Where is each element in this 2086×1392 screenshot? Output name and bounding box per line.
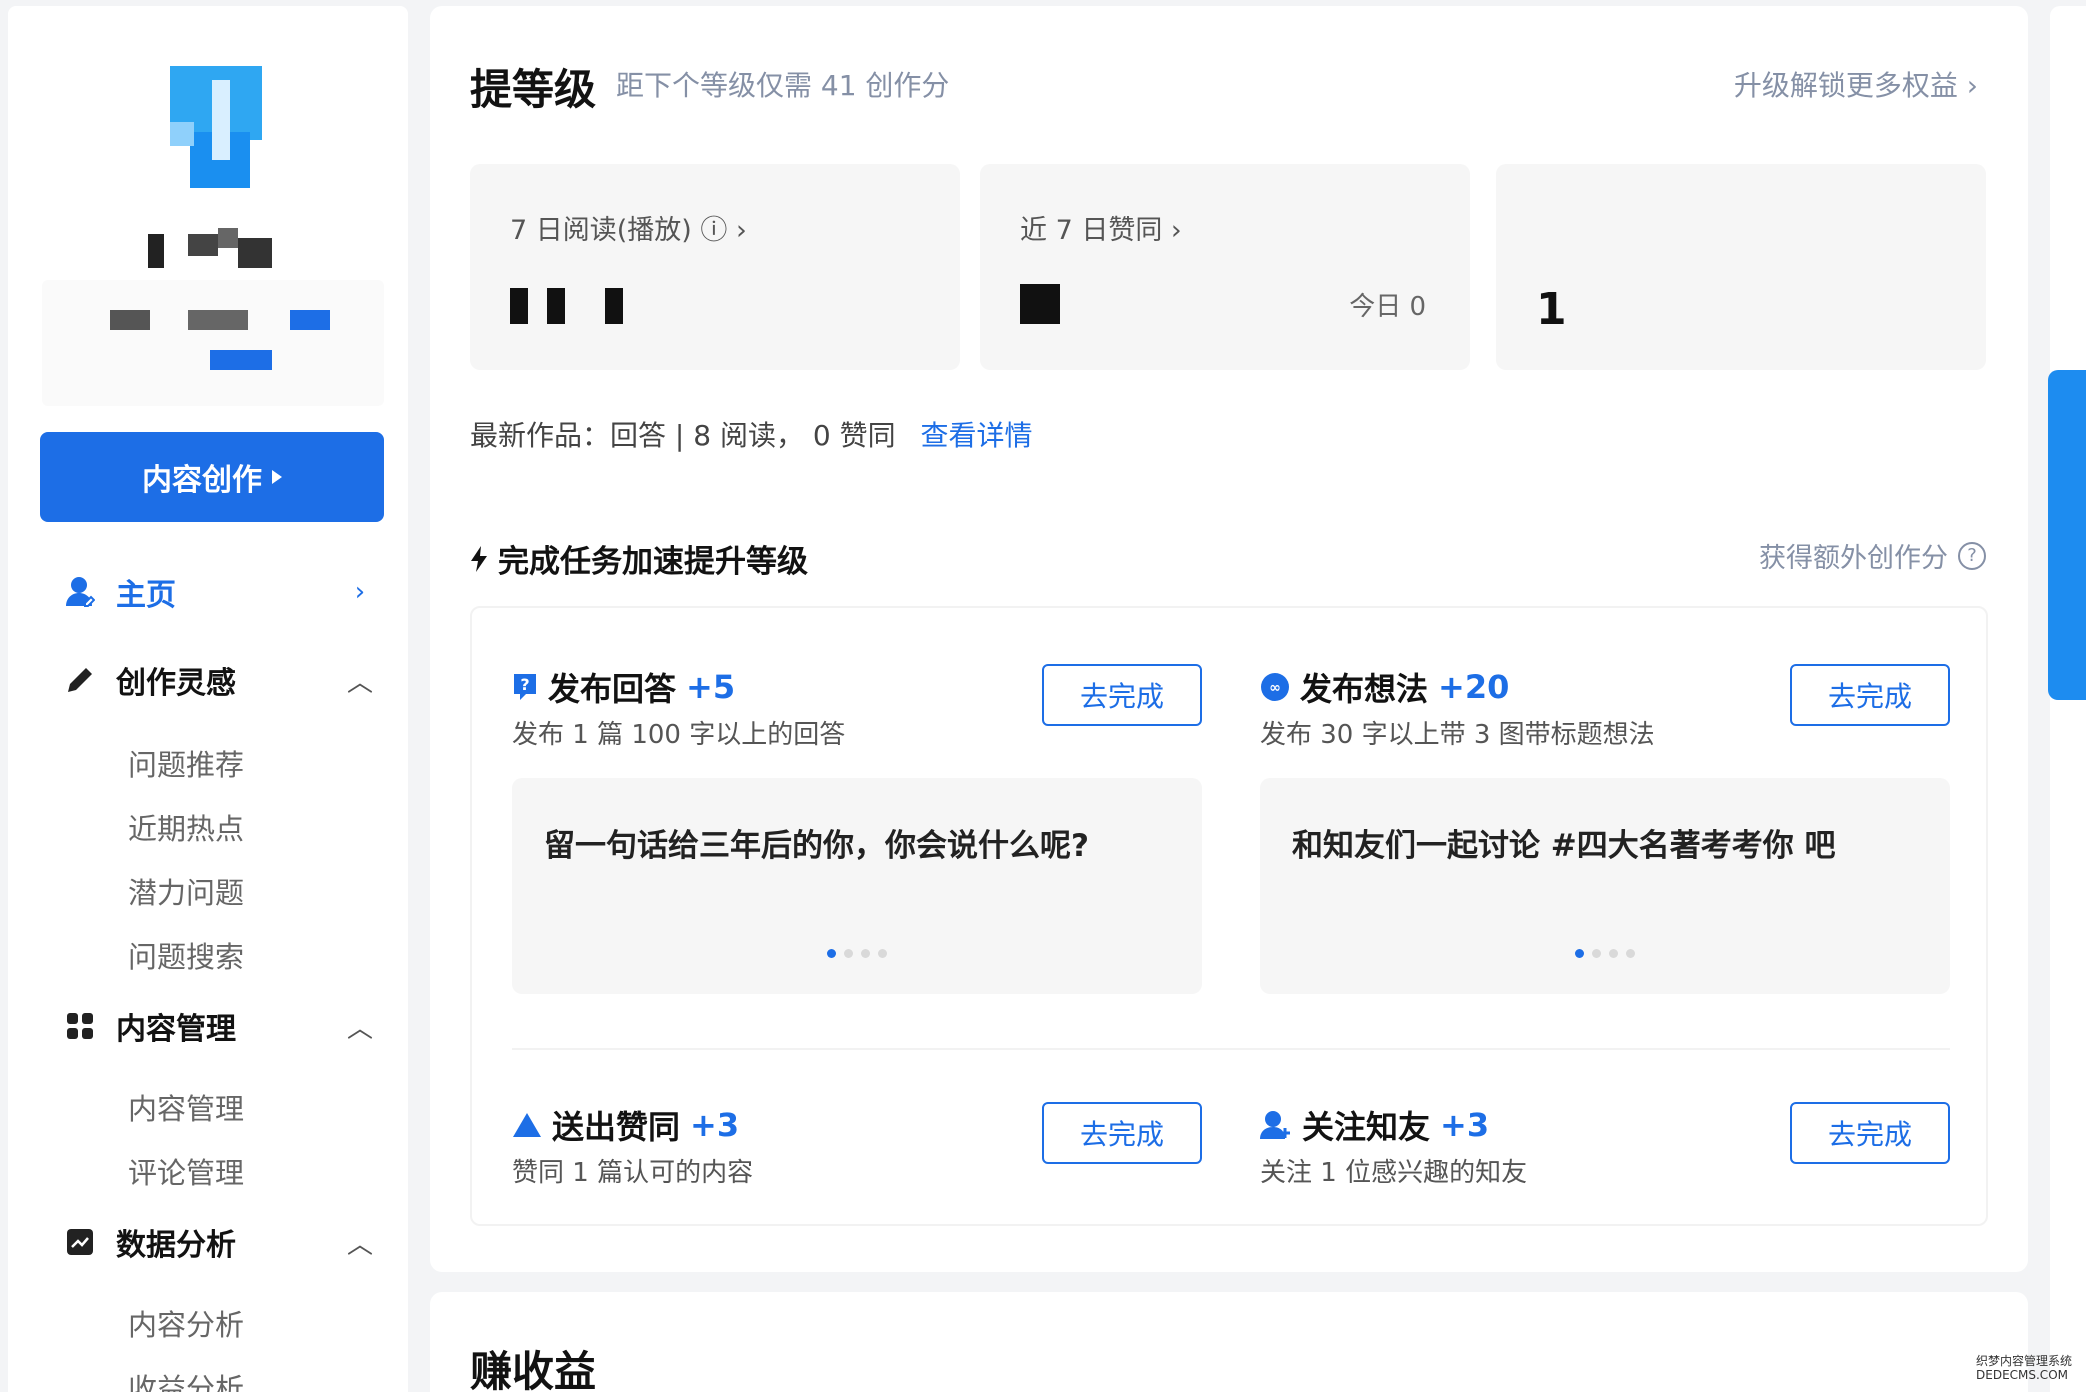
level-subtitle: 距下个等级仅需 41 创作分 xyxy=(616,69,950,102)
right-banner[interactable] xyxy=(2048,370,2086,700)
user-icon xyxy=(60,572,100,612)
latest-work: 最新作品：回答 | 8 阅读， 0 赞同 查看详情 xyxy=(470,414,1033,454)
task-points: +20 xyxy=(1438,668,1510,706)
prompt-text: 和知友们一起讨论 #四大名著考考你 吧 xyxy=(1292,828,1836,864)
chevron-up-icon: ︿ xyxy=(346,667,373,698)
task-points: +3 xyxy=(1440,1106,1490,1144)
answer-prompt-card[interactable]: 留一句话给三年后的你，你会说什么呢? xyxy=(512,778,1202,994)
carousel-dots[interactable] xyxy=(1260,949,1950,958)
tasks-heading-label: 完成任务加速提升等级 xyxy=(498,544,808,580)
avatar[interactable] xyxy=(160,62,270,192)
go-complete-button[interactable]: 去完成 xyxy=(1042,664,1202,726)
grid-icon xyxy=(60,1006,100,1046)
help-icon: ? xyxy=(1958,541,1986,570)
chart-icon xyxy=(60,1222,100,1262)
sub-comment-management[interactable]: 评论管理 xyxy=(128,1150,244,1192)
upgrade-link[interactable]: 升级解锁更多权益 › xyxy=(1734,64,1978,104)
nav-home-label: 主页 xyxy=(116,578,176,613)
user-name[interactable] xyxy=(148,228,272,270)
prompt-text: 留一句话给三年后的你，你会说什么呢? xyxy=(544,828,1089,864)
idea-prompt-card[interactable]: 和知友们一起讨论 #四大名著考考你 吧 xyxy=(1260,778,1950,994)
nav-inspiration[interactable]: 创作灵感 ︿ xyxy=(40,652,380,708)
task-publish-idea: ∞ 发布想法 +20 发布 30 字以上带 3 图带标题想法 去完成 xyxy=(1260,664,1950,750)
level-title: 提等级 xyxy=(470,65,597,114)
answer-icon: ? xyxy=(514,674,536,700)
tasks-heading: 完成任务加速提升等级 xyxy=(470,536,808,581)
stat-card-likes[interactable]: 近 7 日赞同 › 今日 0 xyxy=(980,164,1470,370)
divider xyxy=(512,1048,1950,1050)
nav-content-management-label: 内容管理 xyxy=(116,1012,236,1047)
task-title: 关注知友 xyxy=(1302,1108,1431,1146)
stat-label: 近 7 日赞同 › xyxy=(1020,215,1182,246)
nav-home[interactable]: 主页 › xyxy=(40,564,380,620)
task-title: 发布想法 xyxy=(1300,670,1429,708)
task-desc: 赞同 1 篇认可的内容 xyxy=(512,1158,754,1188)
sub-income-analysis[interactable]: 收益分析 xyxy=(128,1366,244,1392)
task-follow-user: 关注知友 +3 关注 1 位感兴趣的知友 去完成 xyxy=(1260,1102,1950,1188)
create-content-label: 内容创作 xyxy=(142,463,262,498)
task-desc: 关注 1 位感兴趣的知友 xyxy=(1260,1158,1528,1188)
extra-points-label: 获得额外创作分 xyxy=(1759,543,1948,574)
upvote-icon xyxy=(513,1113,541,1137)
chevron-up-icon: ︿ xyxy=(346,1229,373,1260)
go-complete-button[interactable]: 去完成 xyxy=(1790,1102,1950,1164)
chevron-up-icon: ︿ xyxy=(346,1013,373,1044)
sub-recent-hot[interactable]: 近期热点 xyxy=(128,806,244,848)
svg-text:∞: ∞ xyxy=(1269,680,1281,696)
carousel-dots[interactable] xyxy=(512,949,1202,958)
task-send-like: 送出赞同 +3 赞同 1 篇认可的内容 去完成 xyxy=(512,1102,1202,1188)
sidebar: 内容创作 主页 › 创作灵感 ︿ 问题推荐 近期热点 潜力问题 问题搜索 内容管… xyxy=(8,6,408,1392)
pencil-icon xyxy=(60,660,100,700)
task-points: +5 xyxy=(686,668,736,706)
tasks-box: ? 发布回答 +5 发布 1 篇 100 字以上的回答 去完成 留一句话给三年后… xyxy=(470,606,1988,1226)
sub-content-analysis[interactable]: 内容分析 xyxy=(128,1302,244,1344)
task-title: 发布回答 xyxy=(548,670,677,708)
lightning-icon xyxy=(471,545,487,572)
nav-inspiration-label: 创作灵感 xyxy=(116,666,236,701)
task-title: 送出赞同 xyxy=(552,1108,681,1146)
caret-right-icon xyxy=(272,470,282,484)
level-card: 提等级 距下个等级仅需 41 创作分 升级解锁更多权益 › 7 日阅读(播放) … xyxy=(430,6,2028,1272)
sub-question-search[interactable]: 问题搜索 xyxy=(128,934,244,976)
sub-question-recommend[interactable]: 问题推荐 xyxy=(128,742,244,784)
go-complete-button[interactable]: 去完成 xyxy=(1042,1102,1202,1164)
svg-text:?: ? xyxy=(520,675,529,694)
nav-data-analysis-label: 数据分析 xyxy=(116,1228,236,1263)
sub-potential-questions[interactable]: 潜力问题 xyxy=(128,870,244,912)
stat-today: 今日 0 xyxy=(1349,292,1426,322)
task-publish-answer: ? 发布回答 +5 发布 1 篇 100 字以上的回答 去完成 xyxy=(512,664,1202,750)
latest-work-text: 最新作品：回答 | 8 阅读， 0 赞同 xyxy=(470,419,896,452)
task-points: +3 xyxy=(690,1106,740,1144)
nav-data-analysis[interactable]: 数据分析 ︿ xyxy=(40,1214,380,1270)
view-details-link[interactable]: 查看详情 xyxy=(920,419,1032,452)
chevron-right-icon: › xyxy=(354,577,366,607)
task-desc: 发布 30 字以上带 3 图带标题想法 xyxy=(1260,720,1655,750)
task-desc: 发布 1 篇 100 字以上的回答 xyxy=(512,720,846,750)
stat-value xyxy=(510,284,623,335)
stat-card-third[interactable]: 1 xyxy=(1496,164,1986,370)
nav-content-management[interactable]: 内容管理 ︿ xyxy=(40,998,380,1054)
stat-value xyxy=(1020,284,1060,335)
watermark-line: 织梦内容管理系统 xyxy=(1976,1354,2073,1368)
go-complete-button[interactable]: 去完成 xyxy=(1790,664,1950,726)
extra-points-link[interactable]: 获得额外创作分 ? xyxy=(1759,536,1986,575)
watermark-line: DEDECMS.COM xyxy=(1976,1368,2068,1382)
sub-content-management[interactable]: 内容管理 xyxy=(128,1086,244,1128)
stat-value: 1 xyxy=(1536,284,1567,335)
earn-card: 赚收益 xyxy=(430,1292,2028,1392)
watermark: 织梦内容管理系统 DEDECMS.COM xyxy=(1976,1354,2072,1382)
earn-title: 赚收益 xyxy=(470,1347,597,1392)
stat-card-reads[interactable]: 7 日阅读(播放) ⓘ › xyxy=(470,164,960,370)
create-content-button[interactable]: 内容创作 xyxy=(40,432,384,522)
idea-icon: ∞ xyxy=(1261,673,1289,701)
stat-label: 7 日阅读(播放) ⓘ › xyxy=(510,215,747,246)
profile-stats xyxy=(42,280,384,406)
follow-user-icon xyxy=(1260,1111,1290,1139)
